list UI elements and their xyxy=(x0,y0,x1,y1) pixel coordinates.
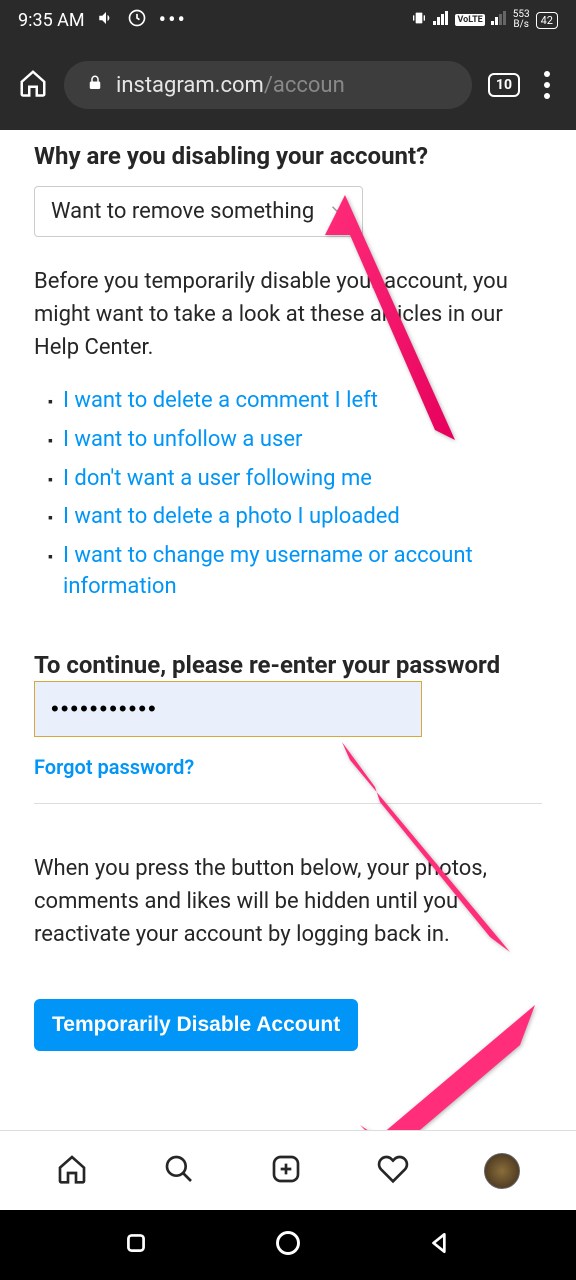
status-time: 9:35 AM xyxy=(18,10,85,31)
back-button[interactable] xyxy=(427,1230,453,1260)
help-link[interactable]: I want to delete a comment I left xyxy=(63,386,378,417)
forgot-password-link[interactable]: Forgot password? xyxy=(34,755,194,779)
battery-indicator: 42 xyxy=(536,12,558,29)
disable-reason-heading: Why are you disabling your account? xyxy=(34,142,542,170)
reason-dropdown[interactable]: Want to remove something xyxy=(34,186,363,237)
help-link[interactable]: I want to change my username or account … xyxy=(63,541,542,603)
android-nav-bar xyxy=(0,1210,576,1280)
signal-icon-2 xyxy=(491,11,507,29)
nav-activity-icon[interactable] xyxy=(377,1153,409,1189)
help-link[interactable]: I don't want a user following me xyxy=(63,464,372,495)
page-content: Why are you disabling your account? Want… xyxy=(0,130,576,1051)
android-status-bar: 9:35 AM ••• VoLTE 553 B/s 42 xyxy=(0,0,576,40)
nav-home-icon[interactable] xyxy=(56,1153,88,1189)
volte-badge: VoLTE xyxy=(455,14,484,26)
chevron-down-icon xyxy=(328,199,346,224)
tab-count-button[interactable]: 10 xyxy=(488,73,520,97)
disable-warning-text: When you press the button below, your ph… xyxy=(34,852,542,951)
recent-apps-button[interactable] xyxy=(123,1230,149,1260)
sound-icon xyxy=(97,9,115,32)
help-link[interactable]: I want to unfollow a user xyxy=(63,425,302,456)
dropdown-value: Want to remove something xyxy=(51,199,314,224)
whatsapp-icon xyxy=(127,8,147,33)
lock-icon xyxy=(86,74,104,96)
temporarily-disable-button[interactable]: Temporarily Disable Account xyxy=(34,999,358,1051)
network-speed: 553 B/s xyxy=(513,10,530,30)
home-button[interactable] xyxy=(274,1229,302,1261)
nav-search-icon[interactable] xyxy=(163,1153,195,1189)
help-center-intro: Before you temporarily disable your acco… xyxy=(34,265,542,364)
help-links-list: I want to delete a comment I left I want… xyxy=(34,386,542,603)
url-bar[interactable]: instagram.com/accoun xyxy=(64,61,472,109)
password-input[interactable] xyxy=(34,681,422,737)
password-heading: To continue, please re-enter your passwo… xyxy=(34,651,542,679)
more-notifications-icon: ••• xyxy=(159,8,187,33)
signal-icon-1 xyxy=(433,11,449,29)
browser-menu-icon[interactable] xyxy=(536,71,558,99)
divider xyxy=(34,803,542,804)
instagram-bottom-nav xyxy=(0,1130,576,1210)
browser-toolbar: instagram.com/accoun 10 xyxy=(0,40,576,130)
url-text: instagram.com/accoun xyxy=(116,73,345,98)
browser-home-icon[interactable] xyxy=(18,68,48,102)
nav-create-icon[interactable] xyxy=(270,1153,302,1189)
help-link[interactable]: I want to delete a photo I uploaded xyxy=(63,502,400,533)
nav-profile-avatar[interactable] xyxy=(484,1153,520,1189)
vibrate-icon xyxy=(411,10,427,30)
